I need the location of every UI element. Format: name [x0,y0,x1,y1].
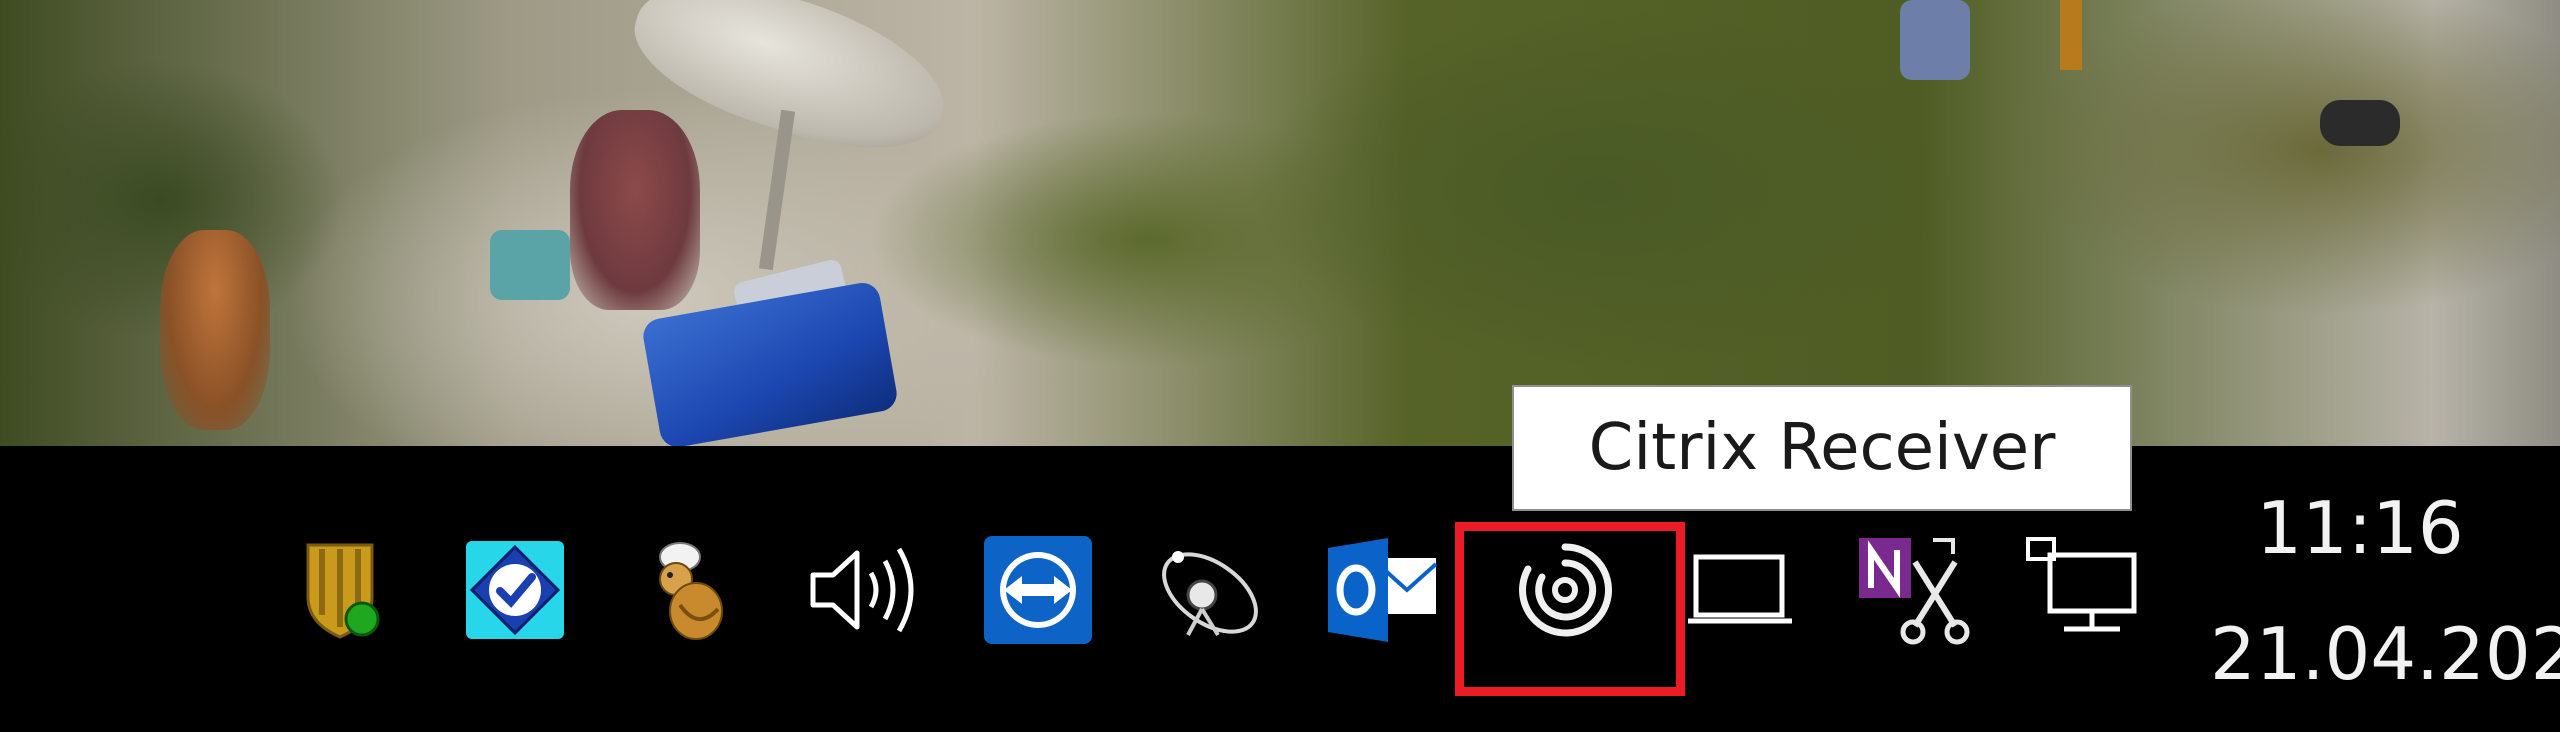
tooltip-text: Citrix Receiver [1588,411,2056,485]
wallpaper-post [2060,0,2082,70]
clock[interactable]: 11:16 21.04.202 [2200,478,2560,718]
wallpaper-umbrella-pole [758,109,796,271]
wallpaper-figure [570,110,700,310]
clock-date: 21.04.202 [2210,612,2560,696]
onenote-send-to-icon[interactable] [1855,530,1975,650]
checkmark-app-icon[interactable] [455,530,575,650]
wallpaper-person [1900,0,1970,80]
clock-time: 11:16 [2256,486,2464,570]
cartoon-mascot-icon[interactable] [630,530,750,650]
desktop-wallpaper [0,0,2560,446]
display-icon[interactable] [1680,530,1800,650]
security-shield-icon[interactable] [280,530,400,650]
network-icon[interactable] [2020,530,2140,650]
teamviewer-icon[interactable] [978,530,1098,650]
wallpaper-bucket [490,230,570,300]
highlight-box [1455,522,1685,696]
wallpaper-beach-chair [640,280,900,446]
satellite-dish-icon[interactable] [1152,530,1272,650]
speaker-volume-icon[interactable] [805,530,925,650]
wallpaper-figure-left [160,230,270,430]
wallpaper-stone [2320,100,2400,146]
outlook-icon[interactable] [1322,530,1442,650]
tooltip: Citrix Receiver [1512,385,2132,511]
